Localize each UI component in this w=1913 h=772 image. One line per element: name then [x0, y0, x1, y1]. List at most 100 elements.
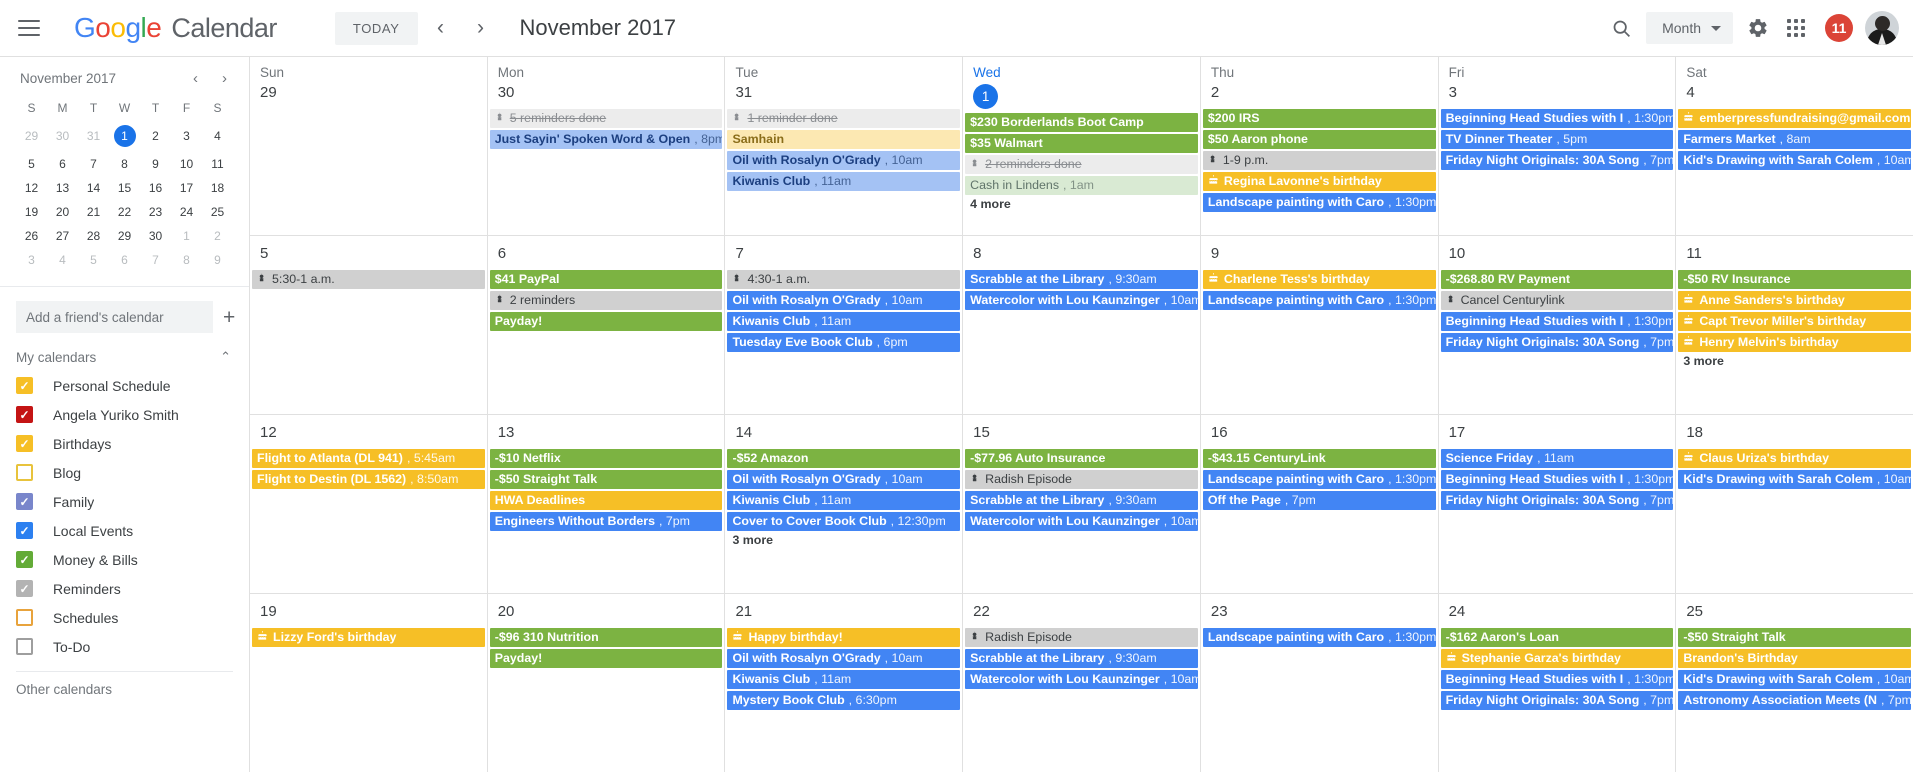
calendar-list-item[interactable]: Birthdays	[0, 429, 249, 458]
calendar-event[interactable]: Beginning Head Studies with I, 1:30pm	[1440, 469, 1674, 489]
calendar-event[interactable]: Watercolor with Lou Kaunzinger, 10am	[965, 669, 1198, 689]
calendar-event[interactable]: Happy birthday!	[727, 627, 961, 647]
day-number[interactable]: 19	[260, 603, 277, 620]
day-number[interactable]: 25	[1686, 603, 1703, 620]
day-number[interactable]: 18	[1686, 424, 1703, 441]
day-cell[interactable]: 14 -$52 Amazon Oil with Rosalyn O'Grady, 1…	[725, 415, 964, 593]
day-number[interactable]: 8	[973, 245, 981, 262]
mini-day-cell[interactable]: 4	[47, 248, 78, 272]
calendar-checkbox[interactable]	[16, 435, 33, 452]
day-cell[interactable]: Sun 29	[250, 57, 488, 235]
day-cell[interactable]: 17 Science Friday, 11am Beginning Head Stu…	[1439, 415, 1677, 593]
mini-day-cell[interactable]: 1	[171, 224, 202, 248]
calendar-event[interactable]: $41 PayPal	[489, 269, 723, 289]
day-cell[interactable]: 21 Happy birthday! Oil with Rosalyn O'Grad…	[725, 594, 964, 772]
day-cell[interactable]: 16 -$43.15 CenturyLink Landscape painting …	[1201, 415, 1439, 593]
calendar-list-item[interactable]: Money & Bills	[0, 545, 249, 574]
calendar-checkbox[interactable]	[16, 493, 33, 510]
calendar-event[interactable]: Stephanie Garza's birthday	[1440, 648, 1674, 668]
mini-day-cell[interactable]: 7	[140, 248, 171, 272]
day-cell[interactable]: Sat 4 emberpressfundraising@gmail.com Farme…	[1676, 57, 1913, 235]
day-number[interactable]: 15	[973, 424, 990, 441]
calendar-event[interactable]: Landscape painting with Caro, 1:30pm	[1202, 192, 1436, 212]
day-number[interactable]: 11	[1686, 245, 1702, 262]
day-cell[interactable]: 13 -$10 Netflix -$50 Straight Talk HWA Dead…	[488, 415, 726, 593]
calendar-checkbox[interactable]	[16, 464, 33, 481]
calendar-checkbox[interactable]	[16, 609, 33, 626]
calendar-event[interactable]: Oil with Rosalyn O'Grady, 10am	[727, 150, 961, 170]
mini-day-cell[interactable]: 8	[109, 152, 140, 176]
day-cell[interactable]: 7 4:30-1 a.m. Oil with Rosalyn O'Grady, 10…	[725, 236, 964, 414]
mini-day-cell[interactable]: 24	[171, 200, 202, 224]
calendar-event[interactable]: Off the Page, 7pm	[1202, 490, 1436, 510]
calendar-event[interactable]: Kiwanis Club, 11am	[727, 669, 961, 689]
calendar-list-item[interactable]: Personal Schedule	[0, 371, 249, 400]
day-number[interactable]: 16	[1211, 424, 1228, 441]
chevron-up-icon[interactable]: ⌃	[220, 349, 231, 365]
mini-day-cell[interactable]: 31	[78, 120, 109, 152]
calendar-event[interactable]: Cover to Cover Book Club, 12:30pm	[727, 511, 961, 531]
calendar-event[interactable]: $230 Borderlands Boot Camp	[965, 113, 1198, 133]
gear-icon[interactable]	[1739, 9, 1777, 47]
calendar-event[interactable]: Beginning Head Studies with I, 1:30pm	[1440, 669, 1674, 689]
plus-icon[interactable]: +	[223, 307, 235, 328]
calendar-list-item[interactable]: Reminders	[0, 574, 249, 603]
calendar-event[interactable]: -$50 Straight Talk	[1678, 627, 1912, 647]
calendar-event[interactable]: Kid's Drawing with Sarah Colem, 10am	[1678, 669, 1912, 689]
calendar-event[interactable]: Friday Night Originals: 30A Song, 7pm	[1440, 490, 1674, 510]
calendar-event[interactable]: Tuesday Eve Book Club, 6pm	[727, 332, 961, 352]
calendar-event[interactable]: Beginning Head Studies with I, 1:30pm	[1440, 311, 1674, 331]
calendar-event[interactable]: 5 reminders done	[489, 108, 723, 128]
day-cell[interactable]: 12 Flight to Atlanta (DL 941), 5:45am Flig…	[250, 415, 488, 593]
calendar-event[interactable]: Kiwanis Club, 11am	[727, 490, 961, 510]
mini-day-cell[interactable]: 8	[171, 248, 202, 272]
day-cell[interactable]: 15 -$77.96 Auto Insurance Radish Episode Sc…	[963, 415, 1201, 593]
calendar-event[interactable]: HWA Deadlines	[489, 490, 723, 510]
mini-day-cell[interactable]: 2	[202, 224, 233, 248]
more-events-link[interactable]: 4 more	[963, 195, 1200, 213]
calendar-event[interactable]: Friday Night Originals: 30A Song, 7pm	[1440, 332, 1674, 352]
day-cell[interactable]: 8 Scrabble at the Library, 9:30am Watercol…	[963, 236, 1201, 414]
calendar-list-item[interactable]: Local Events	[0, 516, 249, 545]
calendar-event[interactable]: -$10 Netflix	[489, 448, 723, 468]
my-calendars-header[interactable]: My calendars ⌃	[0, 343, 249, 371]
day-cell[interactable]: 6 $41 PayPal 2 reminders Payday!	[488, 236, 726, 414]
mini-day-cell[interactable]: 9	[202, 248, 233, 272]
calendar-list-item[interactable]: To-Do	[0, 632, 249, 661]
day-number[interactable]: 5	[260, 245, 268, 262]
mini-day-cell[interactable]: 5	[78, 248, 109, 272]
mini-day-cell[interactable]: 23	[140, 200, 171, 224]
day-cell[interactable]: 18 Claus Uriza's birthday Kid's Drawing wi…	[1676, 415, 1913, 593]
chevron-left-icon[interactable]: ‹	[424, 11, 458, 45]
calendar-event[interactable]: Astronomy Association Meets (N, 7pm	[1678, 690, 1912, 710]
notification-badge[interactable]: 11	[1825, 14, 1853, 42]
day-number[interactable]: 7	[735, 245, 743, 262]
calendar-event[interactable]: Radish Episode	[965, 627, 1198, 647]
mini-day-cell[interactable]: 15	[109, 176, 140, 200]
more-events-link[interactable]: 3 more	[1676, 352, 1913, 370]
calendar-event[interactable]: -$77.96 Auto Insurance	[965, 448, 1198, 468]
calendar-event[interactable]: 4:30-1 a.m.	[727, 269, 961, 289]
day-number[interactable]: 22	[973, 603, 990, 620]
day-number[interactable]: 6	[498, 245, 506, 262]
calendar-checkbox[interactable]	[16, 406, 33, 423]
day-number[interactable]: 14	[735, 424, 752, 441]
calendar-event[interactable]: Flight to Atlanta (DL 941), 5:45am	[252, 448, 485, 468]
day-number[interactable]: 4	[1686, 84, 1694, 101]
mini-day-cell[interactable]: 21	[78, 200, 109, 224]
calendar-event[interactable]: Oil with Rosalyn O'Grady, 10am	[727, 290, 961, 310]
calendar-event[interactable]: Kiwanis Club, 11am	[727, 171, 961, 191]
calendar-event[interactable]: Science Friday, 11am	[1440, 448, 1674, 468]
calendar-event[interactable]: -$50 Straight Talk	[489, 469, 723, 489]
mini-day-cell[interactable]: 1	[109, 120, 140, 152]
calendar-event[interactable]: Scrabble at the Library, 9:30am	[965, 490, 1198, 510]
calendar-checkbox[interactable]	[16, 551, 33, 568]
day-cell[interactable]: Fri 3 Beginning Head Studies with I, 1:30p…	[1439, 57, 1677, 235]
day-number[interactable]: 13	[498, 424, 515, 441]
other-calendars-label[interactable]: Other calendars	[0, 672, 249, 701]
mini-next-icon[interactable]: ›	[218, 69, 231, 88]
mini-day-cell[interactable]: 25	[202, 200, 233, 224]
today-button[interactable]: TODAY	[334, 11, 418, 45]
calendar-event[interactable]: 2 reminders	[489, 290, 723, 310]
calendar-event[interactable]: 2 reminders done	[965, 155, 1198, 175]
